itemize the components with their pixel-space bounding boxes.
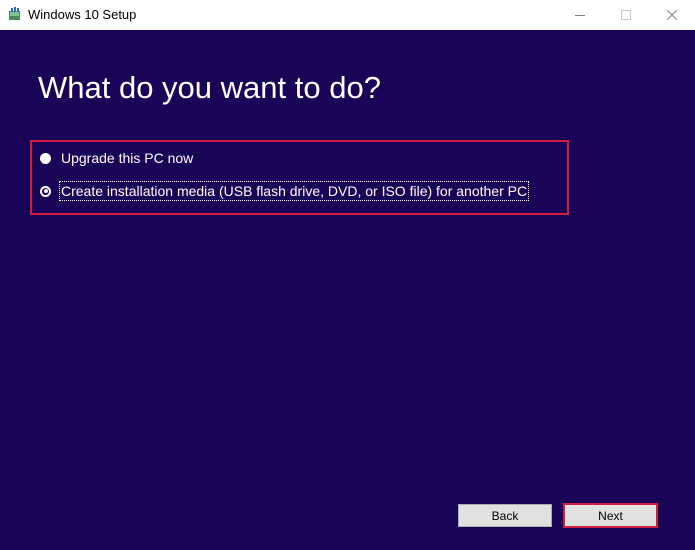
minimize-button[interactable] bbox=[557, 0, 603, 30]
close-button[interactable] bbox=[649, 0, 695, 30]
setup-window: Windows 10 Setup What do you want to do?… bbox=[0, 0, 695, 550]
option-label[interactable]: Upgrade this PC now bbox=[60, 149, 194, 167]
next-button[interactable]: Next bbox=[563, 503, 658, 528]
radio-selected-icon[interactable] bbox=[40, 185, 51, 197]
option-upgrade-pc[interactable]: Upgrade this PC now bbox=[40, 147, 194, 169]
window-title: Windows 10 Setup bbox=[28, 7, 137, 22]
minimize-icon bbox=[575, 15, 585, 16]
back-button[interactable]: Back bbox=[458, 504, 552, 527]
windows-setup-icon bbox=[8, 7, 22, 21]
maximize-icon bbox=[621, 10, 631, 20]
option-create-media[interactable]: Create installation media (USB flash dri… bbox=[40, 180, 530, 202]
page-title: What do you want to do? bbox=[38, 70, 381, 105]
radio-unselected-icon[interactable] bbox=[40, 152, 51, 164]
maximize-button[interactable] bbox=[603, 0, 649, 30]
close-icon bbox=[667, 10, 677, 20]
option-label[interactable]: Create installation media (USB flash dri… bbox=[58, 181, 530, 201]
options-group: Upgrade this PC now Create installation … bbox=[30, 140, 569, 215]
title-bar[interactable]: Windows 10 Setup bbox=[0, 0, 695, 30]
